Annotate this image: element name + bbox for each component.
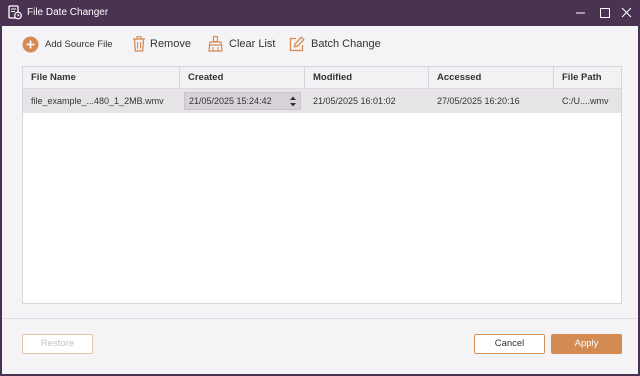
column-header-file-path[interactable]: File Path <box>554 67 621 89</box>
table-row[interactable]: file_example_...480_1_2MB.wmv 21/05/2025… <box>23 89 621 113</box>
remove-label: Remove <box>150 38 191 50</box>
edit-icon <box>289 36 305 52</box>
maximize-icon <box>600 8 610 18</box>
table-header: File Name Created Modified Accessed File… <box>23 67 621 89</box>
minimize-icon <box>576 12 585 14</box>
add-source-file-button[interactable]: Add Source File <box>22 34 113 54</box>
restore-button[interactable]: Restore <box>22 334 93 354</box>
cell-accessed: 27/05/2025 16:20:16 <box>437 96 520 106</box>
cell-file-path: C:/U....wmv <box>562 96 609 106</box>
trash-icon <box>133 36 145 52</box>
cell-file-name: file_example_...480_1_2MB.wmv <box>31 96 164 106</box>
app-window: File Date Changer Add Source File Remove… <box>0 0 640 376</box>
column-header-modified[interactable]: Modified <box>305 67 429 89</box>
maximize-button[interactable] <box>594 4 616 22</box>
window-title: File Date Changer <box>27 7 109 18</box>
column-header-accessed[interactable]: Accessed <box>429 67 554 89</box>
plus-circle-icon <box>22 36 39 52</box>
cancel-button[interactable]: Cancel <box>474 334 545 354</box>
file-table: File Name Created Modified Accessed File… <box>22 66 622 304</box>
minimize-button[interactable] <box>570 4 592 22</box>
close-button[interactable] <box>616 4 638 22</box>
close-icon <box>621 7 632 18</box>
column-header-created[interactable]: Created <box>180 67 305 89</box>
clear-list-button[interactable]: Clear List <box>208 34 275 54</box>
broom-icon <box>208 36 223 52</box>
batch-change-label: Batch Change <box>311 38 381 50</box>
batch-change-button[interactable]: Batch Change <box>289 34 381 54</box>
footer-bar: Restore Cancel Apply <box>2 318 638 374</box>
title-bar: File Date Changer <box>2 0 638 26</box>
spin-down-icon[interactable] <box>288 101 298 109</box>
clear-list-label: Clear List <box>229 38 276 50</box>
cell-modified: 21/05/2025 16:01:02 <box>313 96 396 106</box>
remove-button[interactable]: Remove <box>132 34 191 54</box>
apply-button[interactable]: Apply <box>551 334 622 354</box>
created-date-picker[interactable]: 21/05/2025 15:24:42 <box>184 92 301 110</box>
toolbar: Add Source File Remove Clear List Batch … <box>2 26 638 60</box>
app-logo-icon <box>8 5 22 20</box>
created-date-value: 21/05/2025 15:24:42 <box>189 96 272 106</box>
add-source-file-label: Add Source File <box>45 38 113 50</box>
column-header-file-name[interactable]: File Name <box>23 67 180 89</box>
